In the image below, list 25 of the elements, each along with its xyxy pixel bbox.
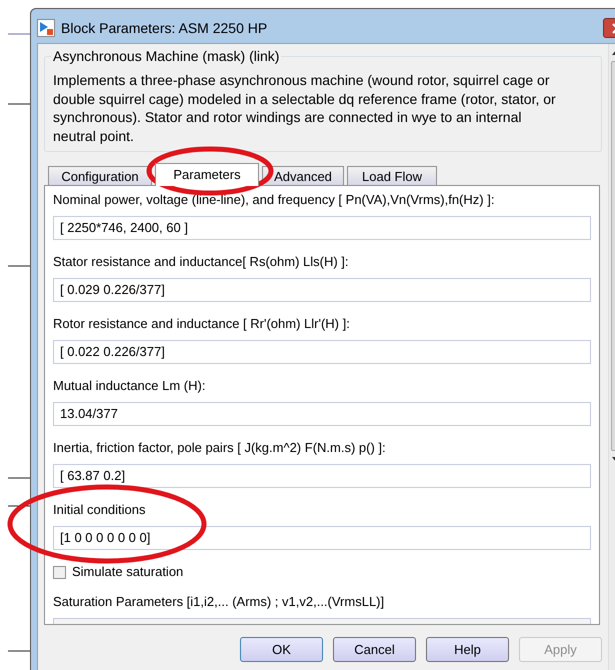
field-label: Stator resistance and inductance[ Rs(ohm) Lls(H) ]:	[53, 254, 350, 270]
tab[interactable]: Configuration	[48, 166, 152, 185]
input-field[interactable]: [1 0 0 0 0 0 0 0]	[53, 526, 591, 550]
field-label: Rotor resistance and inductance [ Rr'(ohm) Llr'(H) ]:	[53, 316, 351, 332]
input-field[interactable]: [ 0.022 0.226/377]	[53, 340, 591, 364]
input-field[interactable]: [ 2250*746, 2400, 60 ]	[53, 216, 591, 240]
tab[interactable]: Parameters	[155, 163, 259, 186]
dialog-button[interactable]: Help	[426, 637, 509, 662]
field-label: Inertia, friction factor, pole pairs [ J(kg.m^2) F(N.m.s) p() ]:	[53, 440, 387, 456]
tab[interactable]: Advanced	[262, 166, 344, 185]
block-icon	[37, 19, 55, 37]
window-title: Block Parameters: ASM 2250 HP	[61, 18, 268, 38]
input-field[interactable]: [ 0.029 0.226/377]	[53, 278, 591, 302]
field-label: Saturation Parameters [i1,i2,... (Arms) ; v1,v2,...(VrmsLL)]	[53, 594, 386, 610]
input-field[interactable]: [ 63.87 0.2]	[53, 464, 591, 488]
input-field[interactable]: 13.04/377	[53, 402, 591, 426]
dialog-button[interactable]: Cancel	[333, 637, 416, 662]
field-label: Nominal power, voltage (line-line), and frequency [ Pn(VA),Vn(Vrms),fn(Hz) ]:	[53, 192, 496, 208]
tab[interactable]: Load Flow	[347, 166, 437, 185]
field-label: Initial conditions	[53, 502, 146, 518]
checkbox[interactable]	[53, 566, 66, 578]
field-label: Mutual inductance Lm (H):	[53, 378, 206, 394]
block-description: Implements a three-phase asynchronous machine (wound rotor, squirrel cage or double squirrel cage) modeled in a selectable dq reference frame (rotor, stator, or synchronous). Stator and rotor windings are connected in wye to an internal neutral point.	[53, 71, 557, 145]
checkbox-label: Simulate saturation	[72, 564, 184, 580]
dialog-button[interactable]: OK	[240, 637, 323, 662]
